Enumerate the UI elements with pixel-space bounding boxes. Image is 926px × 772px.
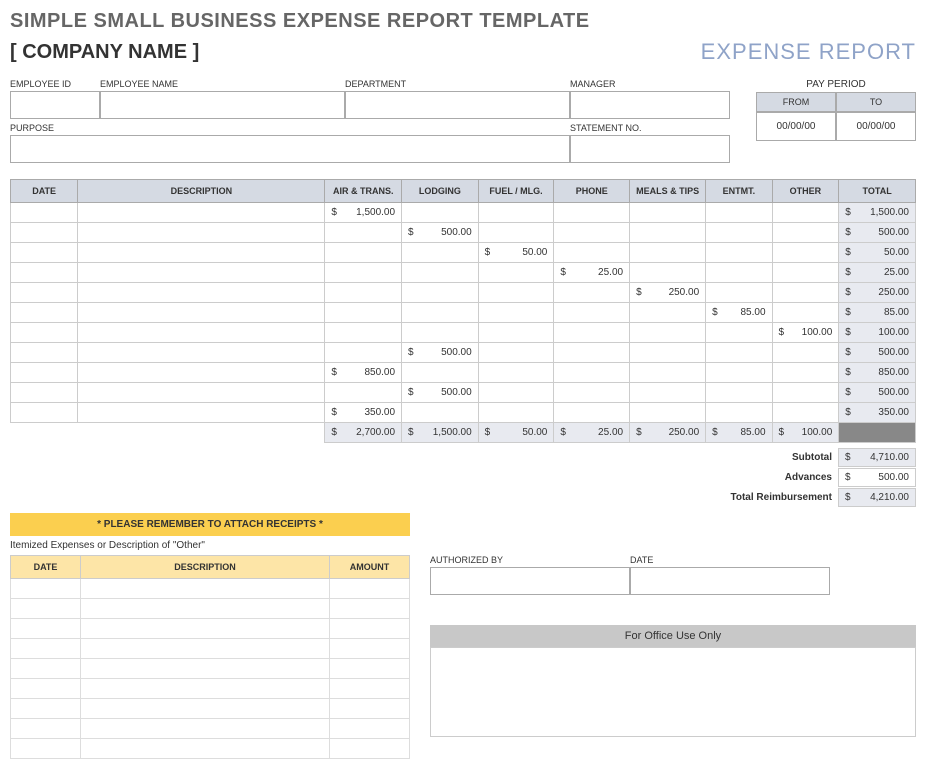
itemized-title: Itemized Expenses or Description of "Oth… [10,536,410,555]
table-row[interactable]: $350.00$350.00 [11,403,916,423]
pay-period-from-input[interactable]: 00/00/00 [756,112,836,141]
page-title: SIMPLE SMALL BUSINESS EXPENSE REPORT TEM… [10,10,916,33]
list-item[interactable] [11,719,410,739]
table-row[interactable]: $100.00$100.00 [11,323,916,343]
col-other: OTHER [772,180,839,203]
table-row[interactable]: $850.00$850.00 [11,363,916,383]
col-total: TOTAL [839,180,916,203]
reimbursement-label: Total Reimbursement [698,492,838,503]
subtotal-label: Subtotal [698,452,838,463]
col-meals: MEALS & TIPS [630,180,706,203]
label-auth-date: DATE [630,553,830,567]
pay-period-to-input[interactable]: 00/00/00 [836,112,916,141]
table-row[interactable]: $500.00$500.00 [11,383,916,403]
pay-period-to-header: TO [836,92,916,112]
totals-row: $2,700.00$1,500.00$50.00$25.00$250.00$85… [11,423,916,443]
employee-id-input[interactable] [10,91,100,119]
list-item[interactable] [11,699,410,719]
department-input[interactable] [345,91,570,119]
col-fuel: FUEL / MLG. [478,180,554,203]
auth-date-input[interactable] [630,567,830,595]
receipt-reminder: * PLEASE REMEMBER TO ATTACH RECEIPTS * [10,513,410,536]
col-description: DESCRIPTION [78,180,325,203]
list-item[interactable] [11,579,410,599]
list-item[interactable] [11,599,410,619]
label-purpose: PURPOSE [10,121,570,135]
itemized-col-date: DATE [11,556,81,579]
list-item[interactable] [11,639,410,659]
label-employee-id: EMPLOYEE ID [10,77,100,91]
list-item[interactable] [11,659,410,679]
label-department: DEPARTMENT [345,77,570,91]
office-use-area[interactable] [430,647,916,737]
authorized-by-input[interactable] [430,567,630,595]
label-authorized-by: AUTHORIZED BY [430,553,630,567]
list-item[interactable] [11,679,410,699]
label-employee-name: EMPLOYEE NAME [100,77,345,91]
table-row[interactable]: $500.00$500.00 [11,343,916,363]
col-entmt: ENTMT. [706,180,772,203]
col-phone: PHONE [554,180,630,203]
pay-period-from-header: FROM [756,92,836,112]
pay-period-title: PAY PERIOD [756,77,916,92]
advances-value[interactable]: $500.00 [838,468,916,487]
table-row[interactable]: $85.00$85.00 [11,303,916,323]
itemized-col-amount: AMOUNT [330,556,410,579]
office-use-header: For Office Use Only [430,625,916,647]
table-row[interactable]: $250.00$250.00 [11,283,916,303]
col-air: AIR & TRANS. [325,180,402,203]
list-item[interactable] [11,619,410,639]
subtotal-value: $4,710.00 [838,448,916,467]
manager-input[interactable] [570,91,730,119]
itemized-col-description: DESCRIPTION [81,556,330,579]
report-title: EXPENSE REPORT [701,39,916,65]
col-lodging: LODGING [402,180,479,203]
advances-label: Advances [698,472,838,483]
table-row[interactable]: $500.00$500.00 [11,223,916,243]
label-statement-no: STATEMENT NO. [570,121,730,135]
company-name: [ COMPANY NAME ] [10,41,199,64]
expense-table: DATE DESCRIPTION AIR & TRANS. LODGING FU… [10,179,916,443]
list-item[interactable] [11,739,410,759]
employee-name-input[interactable] [100,91,345,119]
statement-no-input[interactable] [570,135,730,163]
table-row[interactable]: $25.00$25.00 [11,263,916,283]
purpose-input[interactable] [10,135,570,163]
label-manager: MANAGER [570,77,730,91]
table-row[interactable]: $50.00$50.00 [11,243,916,263]
table-row[interactable]: $1,500.00$1,500.00 [11,203,916,223]
itemized-table: DATE DESCRIPTION AMOUNT [10,555,410,759]
col-date: DATE [11,180,78,203]
reimbursement-value: $4,210.00 [838,488,916,507]
